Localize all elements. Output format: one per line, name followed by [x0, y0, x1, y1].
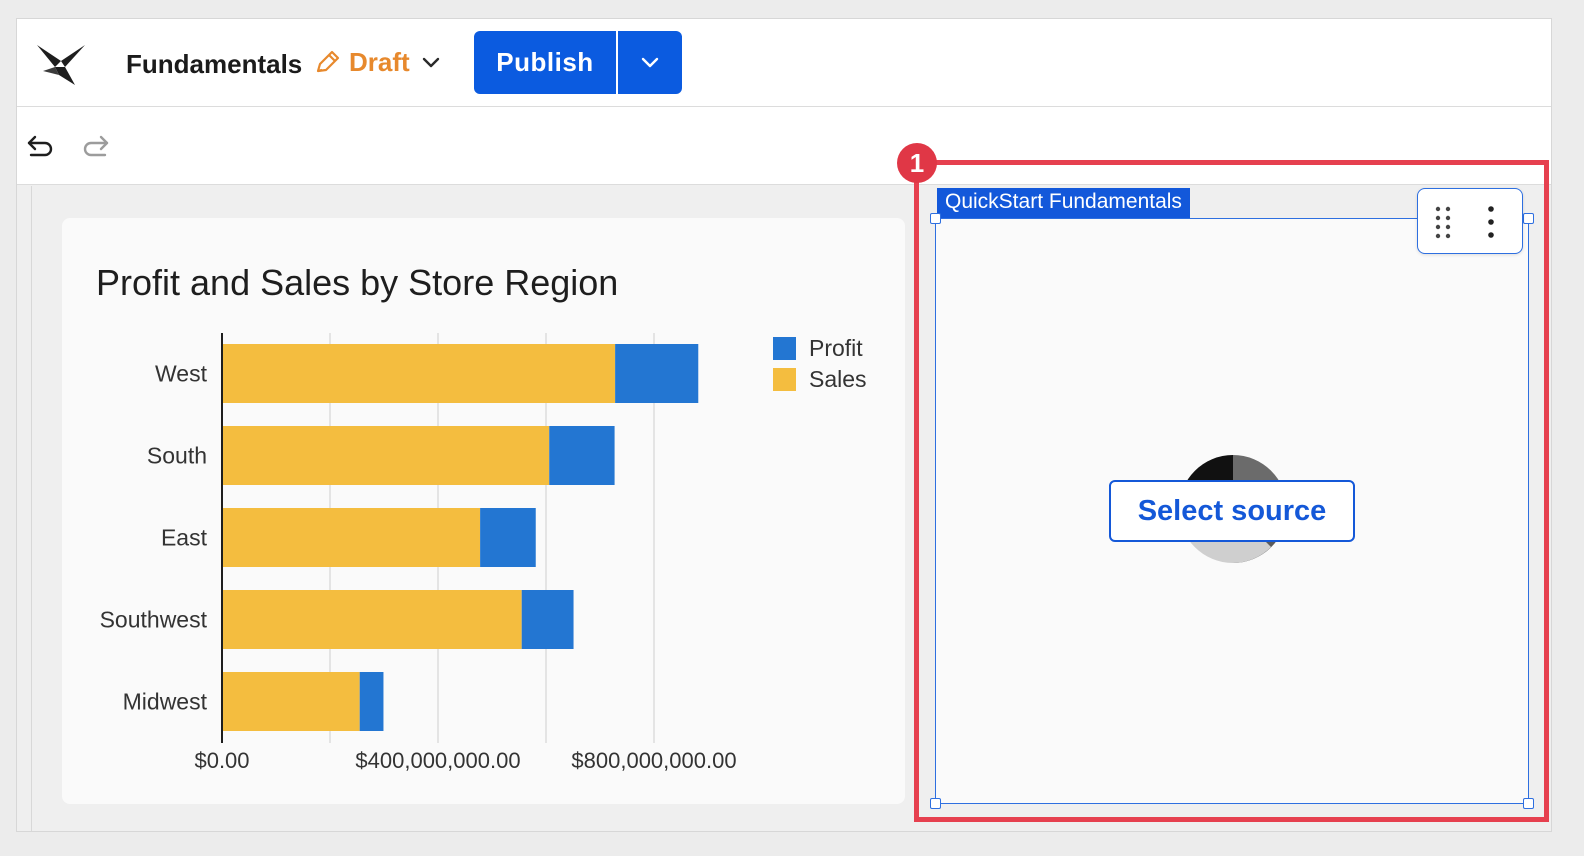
bar-profit-midwest	[359, 672, 384, 731]
redo-icon[interactable]	[79, 131, 111, 159]
bar-profit-west	[615, 344, 699, 403]
draft-status-dropdown[interactable]: Draft	[313, 47, 440, 78]
more-options-icon[interactable]	[1480, 205, 1502, 239]
element-name-tag[interactable]: QuickStart Fundamentals	[937, 188, 1190, 218]
x-tick-label: $0.00	[194, 748, 249, 773]
bar-profit-east	[480, 508, 536, 567]
resize-handle-bottom-left[interactable]	[930, 798, 941, 809]
chevron-down-icon	[422, 57, 439, 67]
pencil-icon	[316, 50, 340, 72]
undo-icon[interactable]	[25, 131, 57, 159]
bar-sales-south	[222, 426, 550, 485]
canvas-edge-divider	[31, 186, 32, 831]
category-label: West	[155, 361, 208, 387]
bar-sales-midwest	[222, 672, 360, 731]
workbook-title[interactable]: Fundamentals	[126, 49, 302, 80]
element-toolbar	[1417, 188, 1523, 254]
bar-sales-west	[222, 344, 616, 403]
legend-label-sales: Sales	[809, 366, 867, 392]
legend-swatch-profit	[773, 337, 796, 360]
resize-handle-bottom-right[interactable]	[1523, 798, 1534, 809]
draft-label: Draft	[349, 47, 410, 77]
resize-handle-top-left[interactable]	[930, 213, 941, 224]
bar-profit-south	[549, 426, 615, 485]
publish-options-button[interactable]	[618, 31, 682, 94]
category-label: Midwest	[123, 689, 208, 715]
publish-button[interactable]: Publish	[474, 31, 616, 94]
bar-sales-east	[222, 508, 481, 567]
sigma-logo-icon[interactable]	[35, 41, 87, 87]
bar-sales-southwest	[222, 590, 522, 649]
bar-chart-element[interactable]: Profit and Sales by Store Region West Sou…	[62, 218, 905, 804]
x-tick-label: $800,000,000.00	[571, 748, 736, 773]
app-window: Fundamentals Draft Publish Profit and Sa…	[16, 18, 1552, 832]
chevron-down-icon	[641, 57, 659, 67]
x-tick-label: $400,000,000.00	[355, 748, 520, 773]
workbook-canvas: Profit and Sales by Store Region West Sou…	[17, 186, 1551, 831]
select-source-button[interactable]: Select source	[1109, 480, 1355, 542]
edit-toolbar	[17, 107, 1551, 185]
callout-number-badge: 1	[897, 143, 937, 183]
drag-handle-icon[interactable]	[1432, 205, 1454, 239]
resize-handle-top-right[interactable]	[1523, 213, 1534, 224]
category-label: East	[161, 525, 208, 551]
bar-profit-southwest	[521, 590, 574, 649]
legend-swatch-sales	[773, 368, 796, 391]
workbook-header: Fundamentals Draft Publish	[17, 19, 1551, 107]
legend-label-profit: Profit	[809, 335, 863, 361]
bar-chart: West South East Southwest Midwest $0.00 $400,0…	[100, 333, 867, 773]
category-label: South	[147, 443, 207, 469]
category-label: Southwest	[100, 607, 208, 633]
